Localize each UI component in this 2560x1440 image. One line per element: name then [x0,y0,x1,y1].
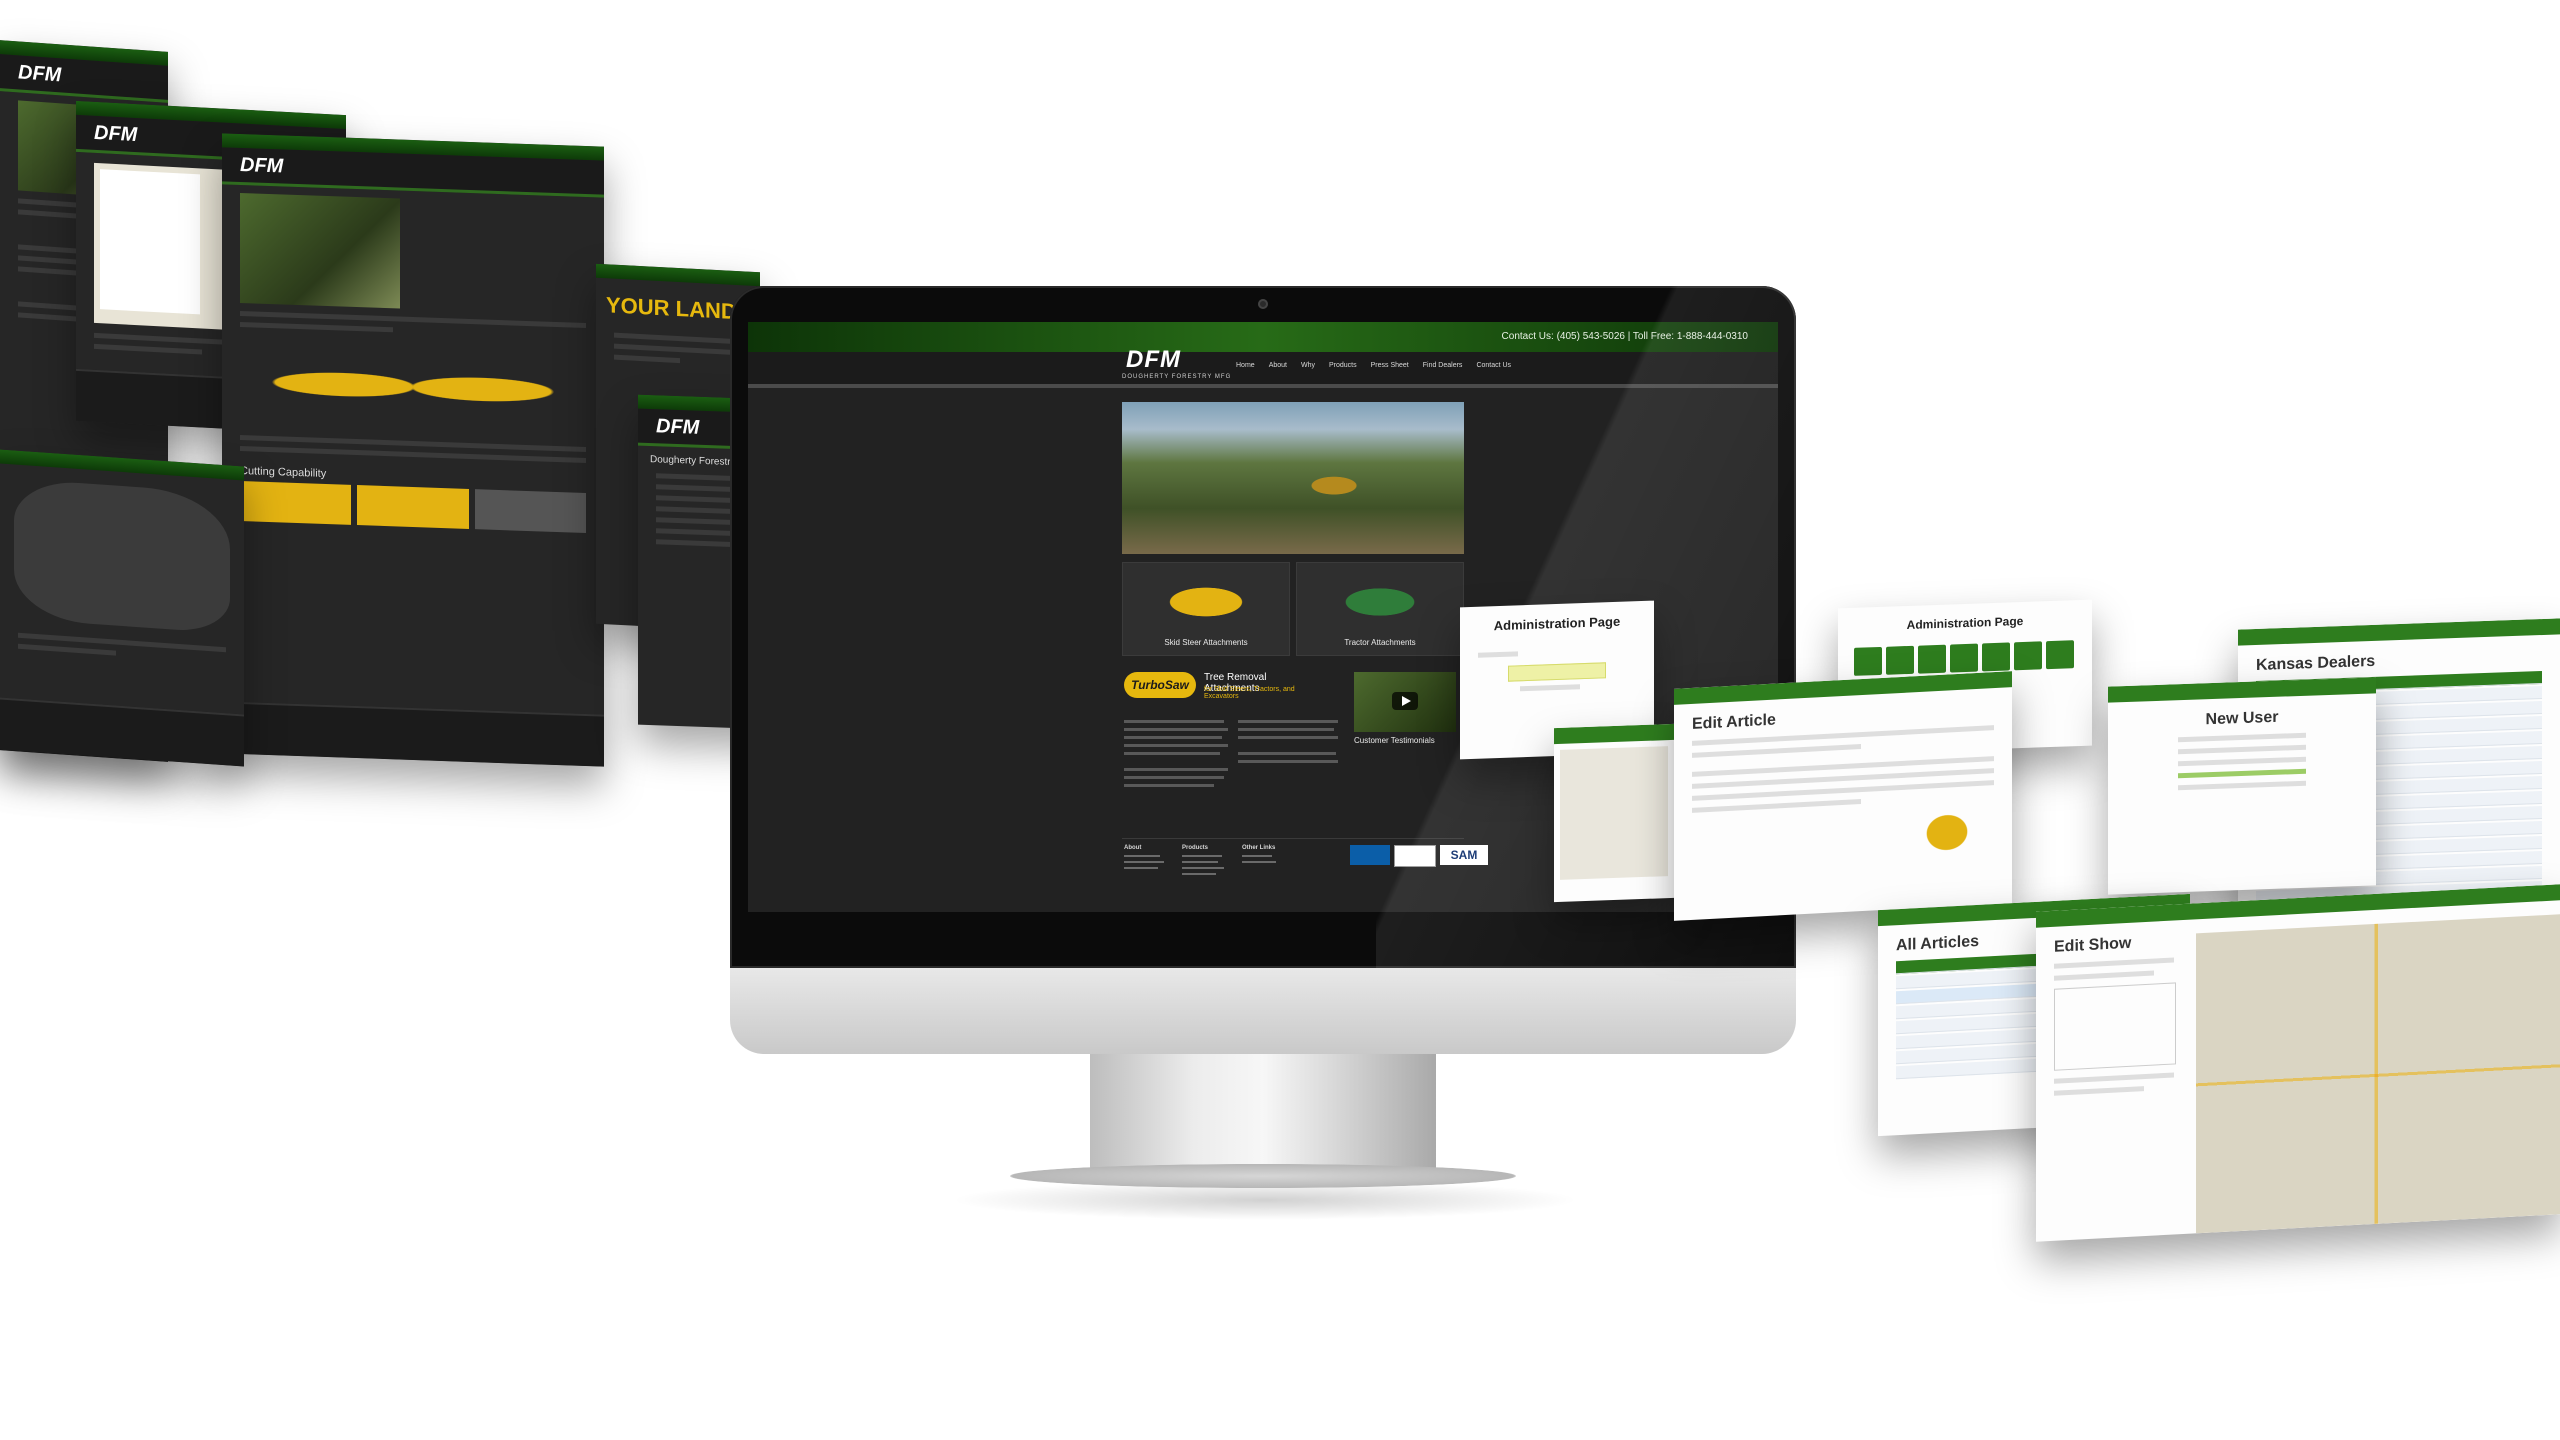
bbb-logo [1350,845,1390,865]
sam-logo: SAM [1440,845,1488,865]
page-card-compact-feller: DFM Cutting Capability [222,133,604,767]
page-card-us-map [0,449,244,767]
your-land-banner: YOUR LAND. [606,292,743,325]
page-card-map-left [1554,723,1674,903]
nav-about[interactable]: About [1269,362,1287,369]
dfm-logo: DFM [656,415,700,439]
dfm-logo: DFM [94,121,138,147]
nav-contact-us[interactable]: Contact Us [1476,362,1511,369]
admin-tool-button[interactable] [1982,642,2010,672]
site-header: DFM DOUGHERTY FORESTRY MFG Home About Wh… [748,346,1778,388]
monitor-stand [1010,1164,1516,1188]
testimonials-label[interactable]: Customer Testimonials [1354,736,1435,745]
turbosaw-block: TurboSaw Tree Removal Attachments for Sk… [1124,668,1324,708]
admin-tool-button[interactable] [1854,646,1882,676]
contact-info: Contact Us: (405) 543-5026 | Toll Free: … [1501,331,1748,342]
turbosaw-subtitle: for Skid Steers, Tractors, and Excavator… [1204,686,1295,700]
nav-home[interactable]: Home [1236,362,1255,369]
skid-steer-tile[interactable]: Skid Steer Attachments [1122,562,1290,656]
skid-steer-image [1143,577,1269,627]
admin-page-title: Administration Page [1906,613,2024,633]
footer-products: Products [1182,845,1209,851]
nav-find-dealers[interactable]: Find Dealers [1423,362,1463,369]
hero-image [1122,402,1464,554]
dfm-logo[interactable]: DFM [1126,346,1181,374]
nav-products[interactable]: Products [1329,362,1357,369]
nav-press-sheet[interactable]: Press Sheet [1371,362,1409,369]
admin-tool-button[interactable] [2014,641,2042,671]
turbosaw-logo: TurboSaw [1124,672,1196,698]
admin-tool-button[interactable] [2046,640,2074,670]
cert-logo [1394,845,1436,867]
attachment-tiles: Skid Steer Attachments Tractor Attachmen… [1122,562,1464,656]
footer-other-links: Other Links [1242,845,1276,851]
nav-why[interactable]: Why [1301,362,1315,369]
admin-tool-button[interactable] [1950,643,1978,673]
tractor-image [1317,577,1443,627]
monitor-chin [730,968,1796,1054]
page-card-edit-article: Edit Article [1674,671,2012,921]
kansas-dealers-title: Kansas Dealers [2256,652,2376,674]
dfm-logo: DFM [240,153,284,178]
site-footer: About Products Other Links SAM [1122,838,1488,912]
admin-tool-button[interactable] [1886,645,1914,675]
dealer-map[interactable] [2196,914,2560,1234]
page-card-new-user: New User [2108,677,2376,895]
camera-icon [1258,299,1268,309]
tractor-tile[interactable]: Tractor Attachments [1296,562,1464,656]
site-topbar: Contact Us: (405) 543-5026 | Toll Free: … [748,322,1778,352]
footer-about: About [1124,845,1142,851]
main-nav: Home About Why Products Press Sheet Find… [1236,362,1511,369]
tractor-caption: Tractor Attachments [1344,638,1416,647]
dfm-logo: DFM [18,61,62,87]
skid-steer-caption: Skid Steer Attachments [1164,638,1248,647]
monitor-neck [1090,1054,1436,1174]
admin-page-title: Administration Page [1493,613,1621,634]
admin-tool-button[interactable] [1918,644,1946,674]
new-user-title: New User [2205,708,2279,729]
logo-subtitle: DOUGHERTY FORESTRY MFG [1122,374,1232,380]
testimonial-video[interactable] [1354,672,1456,732]
page-card-edit-show-map: Edit Show [2036,884,2560,1242]
play-icon[interactable] [1392,692,1418,710]
certification-logos: SAM [1350,845,1488,867]
